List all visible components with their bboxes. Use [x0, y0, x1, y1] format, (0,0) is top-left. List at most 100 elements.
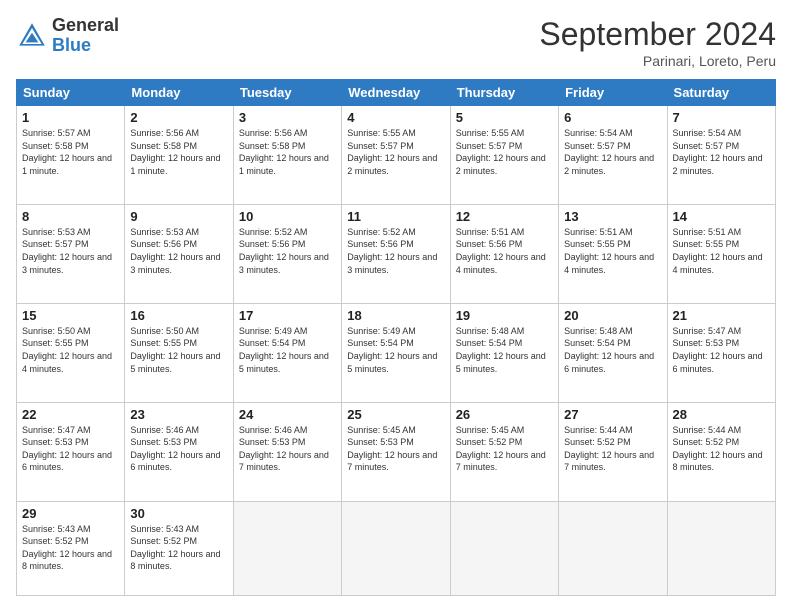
- day-number: 18: [347, 308, 444, 323]
- day-info: Sunrise: 5:47 AM Sunset: 5:53 PM Dayligh…: [22, 424, 119, 474]
- day-number: 12: [456, 209, 553, 224]
- day-info: Sunrise: 5:56 AM Sunset: 5:58 PM Dayligh…: [239, 127, 336, 177]
- table-row: 13 Sunrise: 5:51 AM Sunset: 5:55 PM Dayl…: [559, 204, 667, 303]
- table-row: 16 Sunrise: 5:50 AM Sunset: 5:55 PM Dayl…: [125, 303, 233, 402]
- day-number: 26: [456, 407, 553, 422]
- day-number: 1: [22, 110, 119, 125]
- day-number: 11: [347, 209, 444, 224]
- day-number: 10: [239, 209, 336, 224]
- day-info: Sunrise: 5:55 AM Sunset: 5:57 PM Dayligh…: [456, 127, 553, 177]
- day-number: 6: [564, 110, 661, 125]
- table-row: 21 Sunrise: 5:47 AM Sunset: 5:53 PM Dayl…: [667, 303, 775, 402]
- day-number: 8: [22, 209, 119, 224]
- col-saturday: Saturday: [667, 80, 775, 106]
- table-row: 17 Sunrise: 5:49 AM Sunset: 5:54 PM Dayl…: [233, 303, 341, 402]
- day-info: Sunrise: 5:48 AM Sunset: 5:54 PM Dayligh…: [456, 325, 553, 375]
- day-info: Sunrise: 5:49 AM Sunset: 5:54 PM Dayligh…: [347, 325, 444, 375]
- day-number: 13: [564, 209, 661, 224]
- day-info: Sunrise: 5:43 AM Sunset: 5:52 PM Dayligh…: [130, 523, 227, 573]
- day-number: 24: [239, 407, 336, 422]
- day-info: Sunrise: 5:47 AM Sunset: 5:53 PM Dayligh…: [673, 325, 770, 375]
- logo-blue: Blue: [52, 36, 119, 56]
- calendar-table: Sunday Monday Tuesday Wednesday Thursday…: [16, 79, 776, 596]
- table-row: [559, 501, 667, 595]
- day-info: Sunrise: 5:44 AM Sunset: 5:52 PM Dayligh…: [564, 424, 661, 474]
- table-row: [667, 501, 775, 595]
- day-info: Sunrise: 5:45 AM Sunset: 5:52 PM Dayligh…: [456, 424, 553, 474]
- day-info: Sunrise: 5:53 AM Sunset: 5:57 PM Dayligh…: [22, 226, 119, 276]
- day-info: Sunrise: 5:49 AM Sunset: 5:54 PM Dayligh…: [239, 325, 336, 375]
- day-info: Sunrise: 5:46 AM Sunset: 5:53 PM Dayligh…: [239, 424, 336, 474]
- logo: General Blue: [16, 16, 119, 56]
- table-row: 22 Sunrise: 5:47 AM Sunset: 5:53 PM Dayl…: [17, 402, 125, 501]
- title-block: September 2024 Parinari, Loreto, Peru: [539, 16, 776, 69]
- col-tuesday: Tuesday: [233, 80, 341, 106]
- table-row: 14 Sunrise: 5:51 AM Sunset: 5:55 PM Dayl…: [667, 204, 775, 303]
- table-row: [342, 501, 450, 595]
- table-row: 10 Sunrise: 5:52 AM Sunset: 5:56 PM Dayl…: [233, 204, 341, 303]
- table-row: 15 Sunrise: 5:50 AM Sunset: 5:55 PM Dayl…: [17, 303, 125, 402]
- table-row: 25 Sunrise: 5:45 AM Sunset: 5:53 PM Dayl…: [342, 402, 450, 501]
- day-number: 4: [347, 110, 444, 125]
- logo-icon: [16, 20, 48, 52]
- table-row: 2 Sunrise: 5:56 AM Sunset: 5:58 PM Dayli…: [125, 106, 233, 205]
- table-row: 30 Sunrise: 5:43 AM Sunset: 5:52 PM Dayl…: [125, 501, 233, 595]
- day-number: 3: [239, 110, 336, 125]
- day-info: Sunrise: 5:51 AM Sunset: 5:55 PM Dayligh…: [564, 226, 661, 276]
- logo-general: General: [52, 16, 119, 36]
- day-number: 15: [22, 308, 119, 323]
- table-row: 5 Sunrise: 5:55 AM Sunset: 5:57 PM Dayli…: [450, 106, 558, 205]
- day-number: 28: [673, 407, 770, 422]
- col-wednesday: Wednesday: [342, 80, 450, 106]
- table-row: 26 Sunrise: 5:45 AM Sunset: 5:52 PM Dayl…: [450, 402, 558, 501]
- month-title: September 2024: [539, 16, 776, 53]
- day-info: Sunrise: 5:51 AM Sunset: 5:55 PM Dayligh…: [673, 226, 770, 276]
- day-number: 23: [130, 407, 227, 422]
- day-info: Sunrise: 5:45 AM Sunset: 5:53 PM Dayligh…: [347, 424, 444, 474]
- logo-text: General Blue: [52, 16, 119, 56]
- day-number: 19: [456, 308, 553, 323]
- day-info: Sunrise: 5:50 AM Sunset: 5:55 PM Dayligh…: [22, 325, 119, 375]
- day-number: 9: [130, 209, 227, 224]
- day-info: Sunrise: 5:43 AM Sunset: 5:52 PM Dayligh…: [22, 523, 119, 573]
- page: General Blue September 2024 Parinari, Lo…: [0, 0, 792, 612]
- table-row: 1 Sunrise: 5:57 AM Sunset: 5:58 PM Dayli…: [17, 106, 125, 205]
- day-number: 5: [456, 110, 553, 125]
- table-row: 29 Sunrise: 5:43 AM Sunset: 5:52 PM Dayl…: [17, 501, 125, 595]
- day-number: 20: [564, 308, 661, 323]
- day-info: Sunrise: 5:56 AM Sunset: 5:58 PM Dayligh…: [130, 127, 227, 177]
- header: General Blue September 2024 Parinari, Lo…: [16, 16, 776, 69]
- table-row: 23 Sunrise: 5:46 AM Sunset: 5:53 PM Dayl…: [125, 402, 233, 501]
- table-row: 7 Sunrise: 5:54 AM Sunset: 5:57 PM Dayli…: [667, 106, 775, 205]
- table-row: 8 Sunrise: 5:53 AM Sunset: 5:57 PM Dayli…: [17, 204, 125, 303]
- col-monday: Monday: [125, 80, 233, 106]
- day-number: 16: [130, 308, 227, 323]
- table-row: 3 Sunrise: 5:56 AM Sunset: 5:58 PM Dayli…: [233, 106, 341, 205]
- day-info: Sunrise: 5:50 AM Sunset: 5:55 PM Dayligh…: [130, 325, 227, 375]
- col-sunday: Sunday: [17, 80, 125, 106]
- col-thursday: Thursday: [450, 80, 558, 106]
- table-row: 19 Sunrise: 5:48 AM Sunset: 5:54 PM Dayl…: [450, 303, 558, 402]
- day-info: Sunrise: 5:44 AM Sunset: 5:52 PM Dayligh…: [673, 424, 770, 474]
- day-number: 2: [130, 110, 227, 125]
- day-number: 17: [239, 308, 336, 323]
- calendar-header-row: Sunday Monday Tuesday Wednesday Thursday…: [17, 80, 776, 106]
- table-row: 18 Sunrise: 5:49 AM Sunset: 5:54 PM Dayl…: [342, 303, 450, 402]
- day-info: Sunrise: 5:54 AM Sunset: 5:57 PM Dayligh…: [673, 127, 770, 177]
- day-info: Sunrise: 5:51 AM Sunset: 5:56 PM Dayligh…: [456, 226, 553, 276]
- table-row: [450, 501, 558, 595]
- day-info: Sunrise: 5:46 AM Sunset: 5:53 PM Dayligh…: [130, 424, 227, 474]
- table-row: 11 Sunrise: 5:52 AM Sunset: 5:56 PM Dayl…: [342, 204, 450, 303]
- table-row: [233, 501, 341, 595]
- day-info: Sunrise: 5:55 AM Sunset: 5:57 PM Dayligh…: [347, 127, 444, 177]
- day-number: 29: [22, 506, 119, 521]
- table-row: 24 Sunrise: 5:46 AM Sunset: 5:53 PM Dayl…: [233, 402, 341, 501]
- location-subtitle: Parinari, Loreto, Peru: [539, 53, 776, 69]
- table-row: 9 Sunrise: 5:53 AM Sunset: 5:56 PM Dayli…: [125, 204, 233, 303]
- table-row: 6 Sunrise: 5:54 AM Sunset: 5:57 PM Dayli…: [559, 106, 667, 205]
- day-number: 22: [22, 407, 119, 422]
- table-row: 27 Sunrise: 5:44 AM Sunset: 5:52 PM Dayl…: [559, 402, 667, 501]
- day-number: 25: [347, 407, 444, 422]
- table-row: 28 Sunrise: 5:44 AM Sunset: 5:52 PM Dayl…: [667, 402, 775, 501]
- day-number: 27: [564, 407, 661, 422]
